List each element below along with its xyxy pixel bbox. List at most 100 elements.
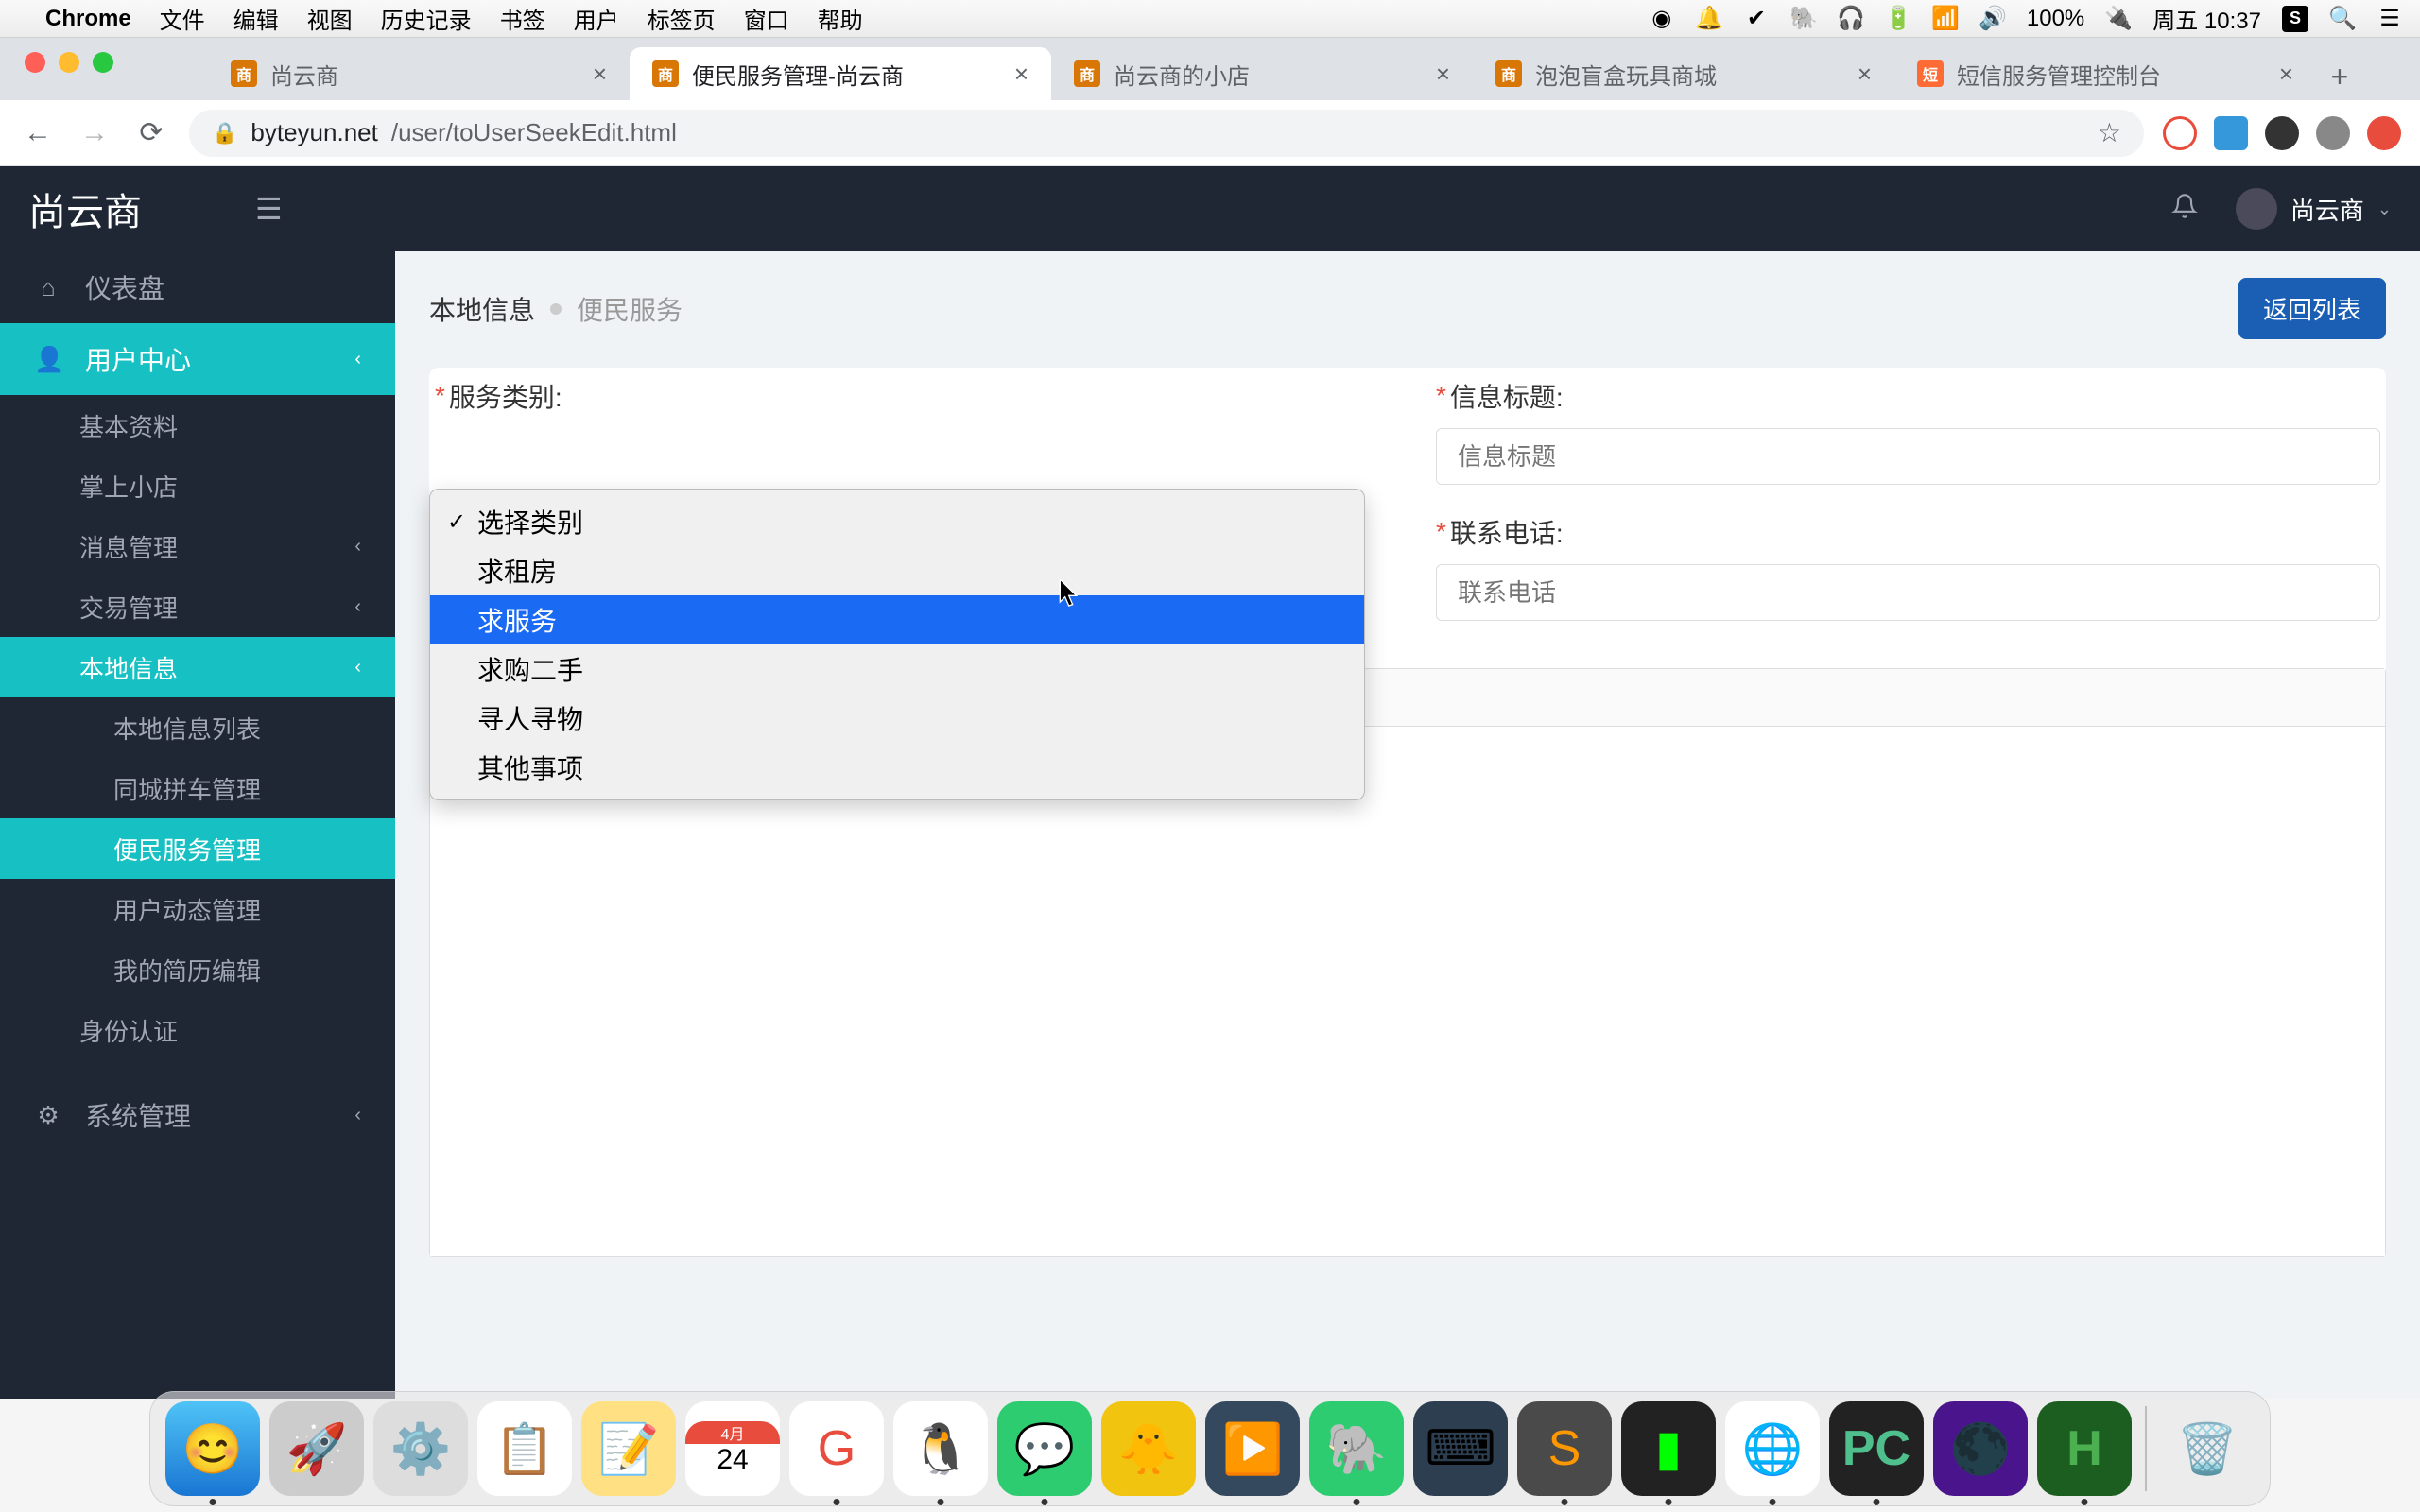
tab-4[interactable]: 短 短信服务管理控制台 × [1894,47,2316,100]
sidebar-item-user-center[interactable]: 👤 用户中心 ‹ [0,323,395,395]
tab-close-icon[interactable]: × [1436,60,1450,89]
dock-eclipse-icon[interactable]: 🌑 [1933,1401,2028,1496]
dock: 😊 🚀 ⚙️ 📋 📝 4月24 G 🐧 💬 🐥 ▶️ 🐘 ⌨ S ▮ 🌐 PC … [149,1391,2271,1506]
hamburger-icon[interactable]: ☰ [255,191,283,227]
clock[interactable]: 周五 10:37 [2152,2,2261,35]
dock-wechat-icon[interactable]: 💬 [997,1401,1092,1496]
battery-percent[interactable]: 100% [2027,6,2084,32]
sidebar-item-user-moments[interactable]: 用户动态管理 [0,879,395,939]
tab-close-icon[interactable]: × [2279,60,2293,89]
dropdown-item-2[interactable]: 求服务 [430,595,1364,644]
tab-3[interactable]: 商 泡泡盲盒玩具商城 × [1473,47,1894,100]
menubar-bookmarks[interactable]: 书签 [500,2,545,35]
menubar-tabs[interactable]: 标签页 [648,2,716,35]
sidebar-item-civic-service[interactable]: 便民服务管理 [0,818,395,879]
tab-2[interactable]: 商 尚云商的小店 × [1051,47,1473,100]
address-field[interactable]: 🔒 byteyun.net/user/toUserSeekEdit.html ☆ [189,110,2144,157]
input-method-icon[interactable]: S [2282,6,2308,32]
headphones-icon[interactable]: 🎧 [1838,6,1864,32]
dock-qq-icon[interactable]: 🐧 [893,1401,988,1496]
sidebar-item-pocket-shop[interactable]: 掌上小店 [0,455,395,516]
info-title-input[interactable] [1436,428,2380,485]
minimize-window-icon[interactable] [59,52,79,73]
editor-body[interactable] [430,727,2385,1256]
forward-button[interactable]: → [76,114,113,152]
dropdown-item-1[interactable]: 求租房 [430,546,1364,595]
evernote-icon[interactable]: 🐘 [1790,6,1817,32]
menubar-edit[interactable]: 编辑 [233,2,279,35]
ext-icon-2[interactable] [2214,116,2248,150]
back-button[interactable]: ← [19,114,57,152]
reload-button[interactable]: ⟳ [132,114,170,152]
close-window-icon[interactable] [25,52,45,73]
menubar-user[interactable]: 用户 [574,2,619,35]
battery-icon[interactable]: 🔋 [1885,6,1911,32]
sidebar-item-dashboard[interactable]: ⌂ 仪表盘 [0,251,395,323]
dock-trash-icon[interactable]: 🗑️ [2160,1401,2255,1496]
tab-close-icon[interactable]: × [593,60,607,89]
sidebar-item-carpool[interactable]: 同城拼车管理 [0,758,395,818]
menubar-window[interactable]: 窗口 [744,2,789,35]
sidebar-item-local-info[interactable]: 本地信息 ‹ [0,637,395,697]
back-list-button[interactable]: 返回列表 [2238,278,2386,339]
dock-settings-icon[interactable]: ⚙️ [373,1401,468,1496]
dock-evernote-icon[interactable]: 🐘 [1309,1401,1404,1496]
dock-terminal-like-icon[interactable]: ⌨ [1413,1401,1508,1496]
menubar-view[interactable]: 视图 [307,2,353,35]
status-icon[interactable]: ◉ [1649,6,1675,32]
list-icon[interactable]: ☰ [2377,6,2403,32]
bell-icon[interactable] [2171,193,2198,226]
sidebar-item-identity[interactable]: 身份认证 [0,1000,395,1060]
ext-icon-4[interactable] [2367,116,2401,150]
volume-icon[interactable]: 🔊 [1979,6,2006,32]
user-menu[interactable]: 尚云商 ⌄ [2236,188,2392,230]
ext-icon-1[interactable] [2163,116,2197,150]
dock-quicktime-icon[interactable]: ▶️ [1205,1401,1300,1496]
sidebar-item-trade-mgmt[interactable]: 交易管理 ‹ [0,576,395,637]
dock-chrome-icon[interactable]: 🌐 [1725,1401,1820,1496]
menubar-help[interactable]: 帮助 [818,2,863,35]
spotlight-icon[interactable]: 🔍 [2329,6,2356,32]
dock-chick-icon[interactable]: 🐥 [1101,1401,1196,1496]
dropdown-item-4[interactable]: 寻人寻物 [430,694,1364,743]
dock-pycharm-icon[interactable]: PC [1829,1401,1924,1496]
dock-calendar-icon[interactable]: 4月24 [685,1401,780,1496]
new-tab-button[interactable]: + [2316,53,2363,100]
dropdown-item-3[interactable]: 求购二手 [430,644,1364,694]
breadcrumb-root[interactable]: 本地信息 [429,290,535,328]
sidebar-item-local-list[interactable]: 本地信息列表 [0,697,395,758]
dock-finder-icon[interactable]: 😊 [165,1401,260,1496]
sidebar-item-system[interactable]: ⚙ 系统管理 ‹ [0,1079,395,1151]
dock-notes-icon[interactable]: 📝 [581,1401,676,1496]
tab-close-icon[interactable]: × [1858,60,1872,89]
chevron-left-icon: ‹ [354,596,361,618]
menubar-app[interactable]: Chrome [45,6,131,32]
dropdown-item-0[interactable]: ✓ 选择类别 [430,497,1364,546]
tab-0[interactable]: 商 尚云商 × [208,47,630,100]
app-logo[interactable]: 尚云商 [28,181,142,236]
fullscreen-window-icon[interactable] [93,52,113,73]
profile-icon[interactable] [2316,116,2350,150]
notification-icon[interactable]: 🔔 [1696,6,1722,32]
contact-input[interactable] [1436,564,2380,621]
tab-1[interactable]: 商 便民服务管理-尚云商 × [630,47,1051,100]
dock-reminders-icon[interactable]: 📋 [477,1401,572,1496]
dropdown-item-5[interactable]: 其他事项 [430,743,1364,792]
lock-icon: 🔒 [212,121,237,146]
tab-close-icon[interactable]: × [1014,60,1028,89]
breadcrumb: 本地信息 便民服务 [429,290,683,328]
app-icon[interactable]: ✔ [1743,6,1770,32]
sidebar-item-resume-edit[interactable]: 我的简历编辑 [0,939,395,1000]
wifi-icon[interactable]: 📶 [1932,6,1959,32]
bookmark-star-icon[interactable]: ☆ [2098,117,2121,148]
dock-launchpad-icon[interactable]: 🚀 [269,1401,364,1496]
sidebar-item-basic-info[interactable]: 基本资料 [0,395,395,455]
menubar-file[interactable]: 文件 [160,2,205,35]
ext-icon-3[interactable] [2265,116,2299,150]
menubar-history[interactable]: 历史记录 [381,2,472,35]
dock-sublime-icon[interactable]: S [1517,1401,1612,1496]
dock-hbuilder-icon[interactable]: H [2037,1401,2132,1496]
dock-terminal-icon[interactable]: ▮ [1621,1401,1716,1496]
dock-pdf-icon[interactable]: G [789,1401,884,1496]
sidebar-item-msg-mgmt[interactable]: 消息管理 ‹ [0,516,395,576]
